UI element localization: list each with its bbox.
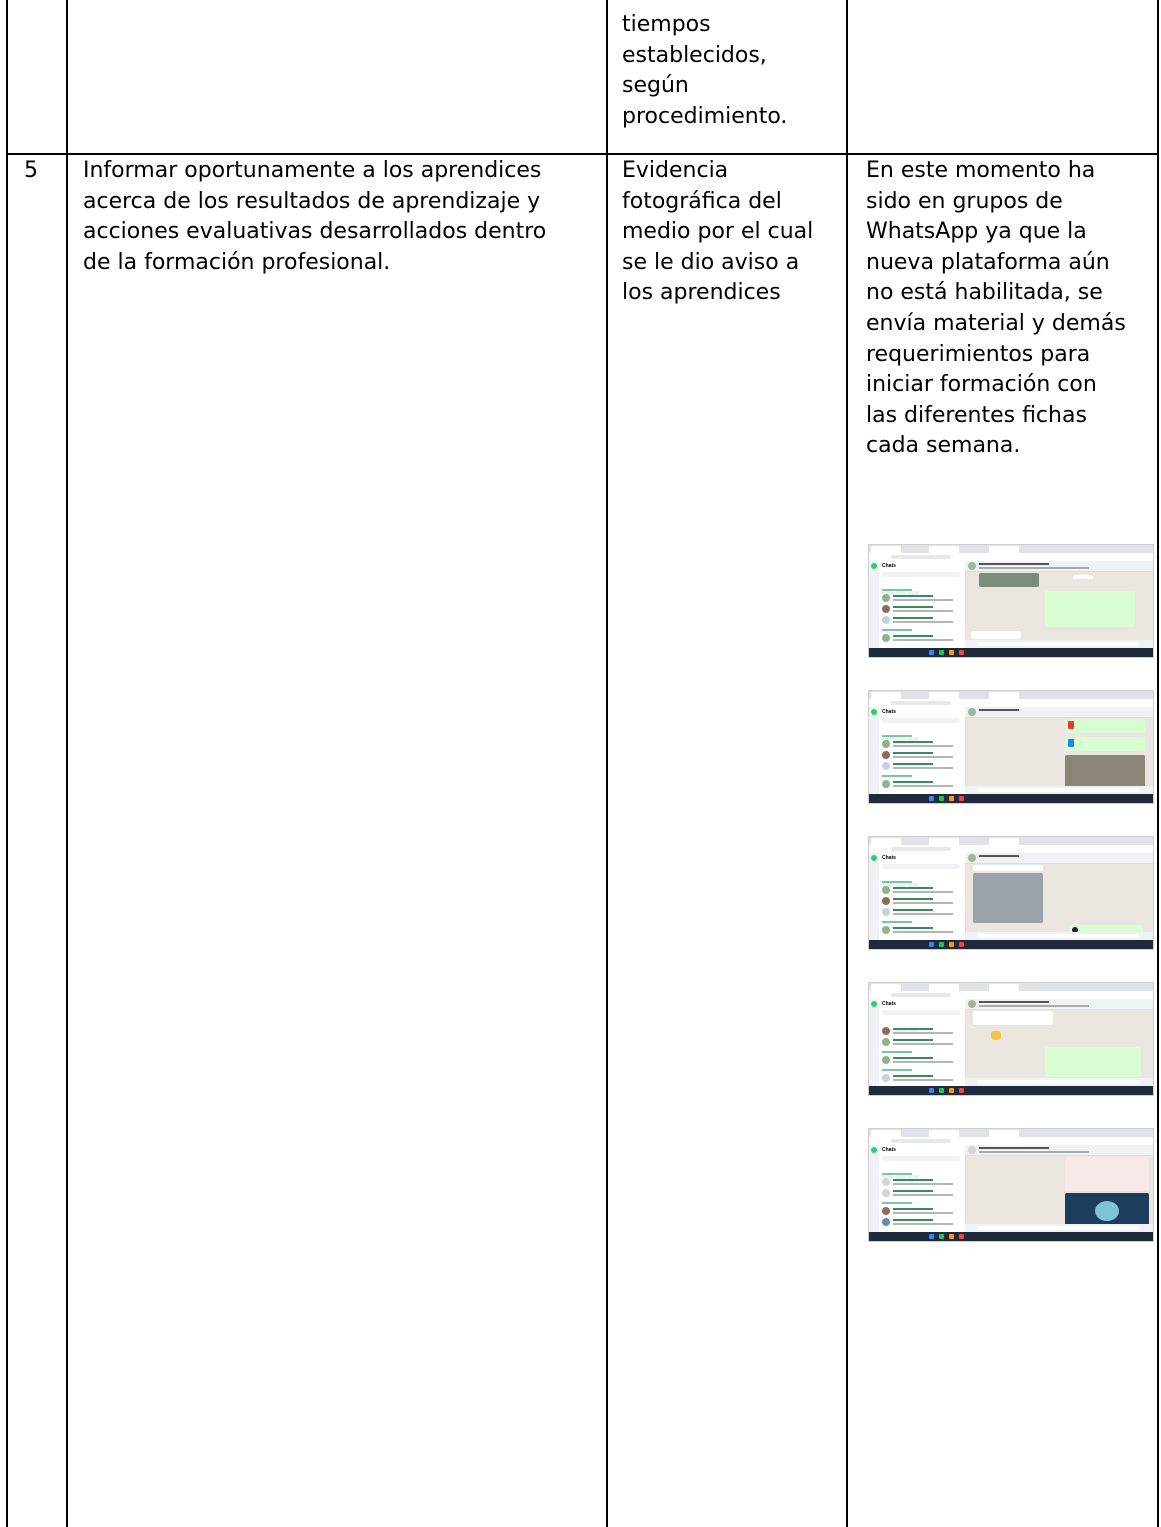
table-border-left <box>6 0 8 1527</box>
table-border-right <box>1157 0 1159 1527</box>
table-row-divider <box>6 153 1159 155</box>
chats-title: Chats <box>882 563 896 569</box>
table-border-col2 <box>606 0 608 1527</box>
evidence-text: Evidencia fotográfica del medio por el c… <box>622 158 814 306</box>
activity-text: Informar oportunamente a los aprendices … <box>83 158 547 275</box>
doc-file-icon <box>1068 739 1074 747</box>
whatsapp-icon <box>871 563 877 569</box>
whatsapp-icon <box>871 1147 877 1153</box>
whatsapp-screenshot-3: Chats <box>868 836 1154 950</box>
thumbs-up-icon <box>991 1031 1001 1040</box>
table-border-col3 <box>846 0 848 1527</box>
whatsapp-screenshot-1: Chats <box>868 544 1154 658</box>
pdf-file-icon <box>1068 721 1074 729</box>
whatsapp-icon <box>871 709 877 715</box>
table-border-col1 <box>66 0 68 1527</box>
whatsapp-screenshot-2: Chats <box>868 690 1154 804</box>
chats-title: Chats <box>882 1001 896 1007</box>
row-number: 5 <box>24 158 38 183</box>
prev-row-evidence-text: tiempos establecidos, según procedimient… <box>622 12 788 129</box>
chats-title: Chats <box>882 855 896 861</box>
chats-title: Chats <box>882 1147 896 1153</box>
whatsapp-icon <box>871 1001 877 1007</box>
observation-text: En este momento ha sido en grupos de Wha… <box>866 158 1126 459</box>
whatsapp-screenshot-5: Chats <box>868 1128 1154 1242</box>
whatsapp-screenshot-4: Chats <box>868 982 1154 1096</box>
chats-title: Chats <box>882 709 896 715</box>
whatsapp-icon <box>871 855 877 861</box>
